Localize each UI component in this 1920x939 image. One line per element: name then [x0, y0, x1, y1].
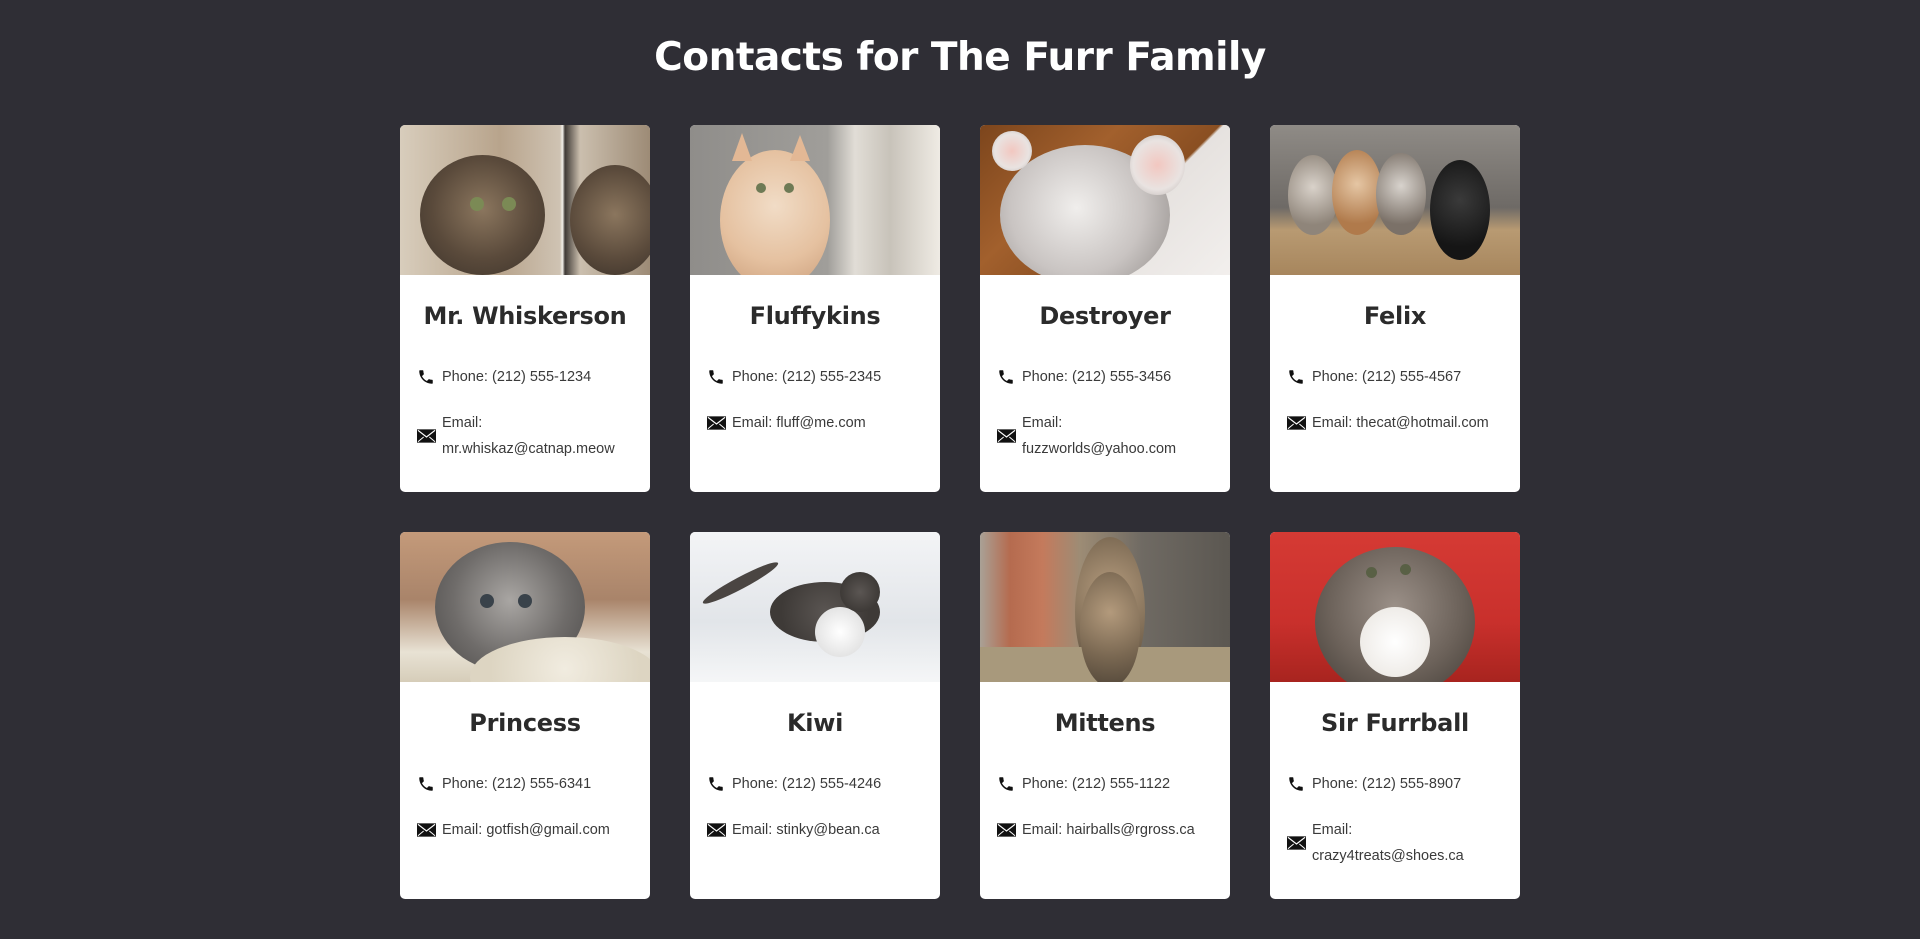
contact-phone: Phone: (212) 555-6341: [416, 771, 640, 797]
contact-phone: Phone: (212) 555-1122: [996, 771, 1220, 797]
contact-photo: [980, 125, 1230, 275]
phone-icon: [706, 367, 726, 387]
contact-name: Mittens: [1054, 709, 1156, 737]
contact-phone: Phone: (212) 555-2345: [706, 364, 930, 390]
email-address[interactable]: thecat@hotmail.com: [1356, 415, 1488, 431]
phone-text: Phone: (212) 555-8907: [1312, 776, 1462, 792]
contact-grid: Mr. Whiskerson Phone: (212) 555-1234 Ema…: [400, 125, 1522, 899]
contact-name: Destroyer: [1039, 302, 1171, 330]
contact-email: Email: thecat@hotmail.com: [1286, 410, 1510, 436]
contact-name: Felix: [1363, 302, 1427, 330]
contact-info: Phone: (212) 555-1234 Email: mr.whiskaz@c…: [416, 364, 640, 462]
phone-text: Phone: (212) 555-4246: [732, 776, 882, 792]
contact-info: Phone: (212) 555-6341 Email: gotfish@gma…: [416, 771, 640, 843]
contact-name: Mr. Whiskerson: [423, 302, 627, 330]
page-title: Contacts for The Furr Family: [654, 35, 1266, 80]
contacts-page: Contacts for The Furr Family Mr. Whisker…: [0, 0, 1920, 939]
envelope-icon: [416, 426, 436, 446]
contact-card: Kiwi Phone: (212) 555-4246 Email: stinky…: [690, 532, 940, 899]
contact-photo: [1270, 125, 1520, 275]
email-label: Email:: [1022, 415, 1063, 431]
contact-phone: Phone: (212) 555-4567: [1286, 364, 1510, 390]
contact-email: Email: stinky@bean.ca: [706, 817, 930, 843]
phone-text: Phone: (212) 555-2345: [732, 369, 882, 385]
phone-icon: [706, 774, 726, 794]
contact-name: Fluffykins: [749, 302, 881, 330]
email-label: Email:: [1312, 415, 1353, 431]
envelope-icon: [1286, 413, 1306, 433]
envelope-icon: [996, 820, 1016, 840]
contact-email: Email: gotfish@gmail.com: [416, 817, 640, 843]
contact-name: Sir Furrball: [1321, 709, 1469, 737]
phone-text: Phone: (212) 555-1234: [442, 369, 592, 385]
contact-phone: Phone: (212) 555-8907: [1286, 771, 1510, 797]
phone-icon: [996, 774, 1016, 794]
phone-text: Phone: (212) 555-4567: [1312, 369, 1462, 385]
email-label: Email:: [442, 822, 483, 838]
contact-info: Phone: (212) 555-4567 Email: thecat@hotm…: [1286, 364, 1510, 436]
phone-icon: [1286, 367, 1306, 387]
envelope-icon: [706, 413, 726, 433]
phone-text: Phone: (212) 555-6341: [442, 776, 592, 792]
contact-info: Phone: (212) 555-3456 Email: fuzzworlds@y…: [996, 364, 1220, 462]
phone-icon: [416, 774, 436, 794]
contact-phone: Phone: (212) 555-4246: [706, 771, 930, 797]
email-address[interactable]: crazy4treats@shoes.ca: [1312, 848, 1464, 864]
contact-card: Destroyer Phone: (212) 555-3456 Email: fu…: [980, 125, 1230, 492]
contact-email: Email: hairballs@rgross.ca: [996, 817, 1220, 843]
contact-email: Email: fluff@me.com: [706, 410, 930, 436]
contact-card: Mr. Whiskerson Phone: (212) 555-1234 Ema…: [400, 125, 650, 492]
contact-email: Email: mr.whiskaz@catnap.meow: [416, 410, 640, 462]
email-address[interactable]: fuzzworlds@yahoo.com: [1022, 441, 1176, 457]
envelope-icon: [706, 820, 726, 840]
contact-photo: [690, 125, 940, 275]
envelope-icon: [416, 820, 436, 840]
contact-name: Princess: [469, 709, 581, 737]
email-label: Email:: [732, 822, 773, 838]
contact-card: Fluffykins Phone: (212) 555-2345 Email: …: [690, 125, 940, 492]
contact-card: Princess Phone: (212) 555-6341 Email: go…: [400, 532, 650, 899]
contact-phone: Phone: (212) 555-3456: [996, 364, 1220, 390]
contact-phone: Phone: (212) 555-1234: [416, 364, 640, 390]
contact-photo: [1270, 532, 1520, 682]
contact-email: Email: fuzzworlds@yahoo.com: [996, 410, 1220, 462]
email-address[interactable]: fluff@me.com: [776, 415, 865, 431]
contact-info: Phone: (212) 555-8907 Email: crazy4treats…: [1286, 771, 1510, 869]
email-label: Email:: [1312, 822, 1353, 838]
contact-email: Email: crazy4treats@shoes.ca: [1286, 817, 1510, 869]
contact-photo: [690, 532, 940, 682]
phone-text: Phone: (212) 555-3456: [1022, 369, 1172, 385]
envelope-icon: [1286, 833, 1306, 853]
envelope-icon: [996, 426, 1016, 446]
phone-icon: [996, 367, 1016, 387]
email-address[interactable]: mr.whiskaz@catnap.meow: [442, 441, 615, 457]
contact-info: Phone: (212) 555-1122 Email: hairballs@r…: [996, 771, 1220, 843]
phone-icon: [416, 367, 436, 387]
contact-card: Felix Phone: (212) 555-4567 Email: theca…: [1270, 125, 1520, 492]
contact-photo: [980, 532, 1230, 682]
contact-card: Mittens Phone: (212) 555-1122 Email: hai…: [980, 532, 1230, 899]
contact-photo: [400, 532, 650, 682]
contact-name: Kiwi: [786, 709, 844, 737]
email-address[interactable]: hairballs@rgross.ca: [1066, 822, 1194, 838]
contact-card: Sir Furrball Phone: (212) 555-8907 Email…: [1270, 532, 1520, 899]
contact-info: Phone: (212) 555-2345 Email: fluff@me.co…: [706, 364, 930, 436]
email-address[interactable]: stinky@bean.ca: [776, 822, 879, 838]
email-label: Email:: [442, 415, 483, 431]
email-address[interactable]: gotfish@gmail.com: [486, 822, 610, 838]
email-label: Email:: [732, 415, 773, 431]
contact-photo: [400, 125, 650, 275]
contact-info: Phone: (212) 555-4246 Email: stinky@bean…: [706, 771, 930, 843]
phone-icon: [1286, 774, 1306, 794]
email-label: Email:: [1022, 822, 1063, 838]
phone-text: Phone: (212) 555-1122: [1022, 776, 1171, 792]
